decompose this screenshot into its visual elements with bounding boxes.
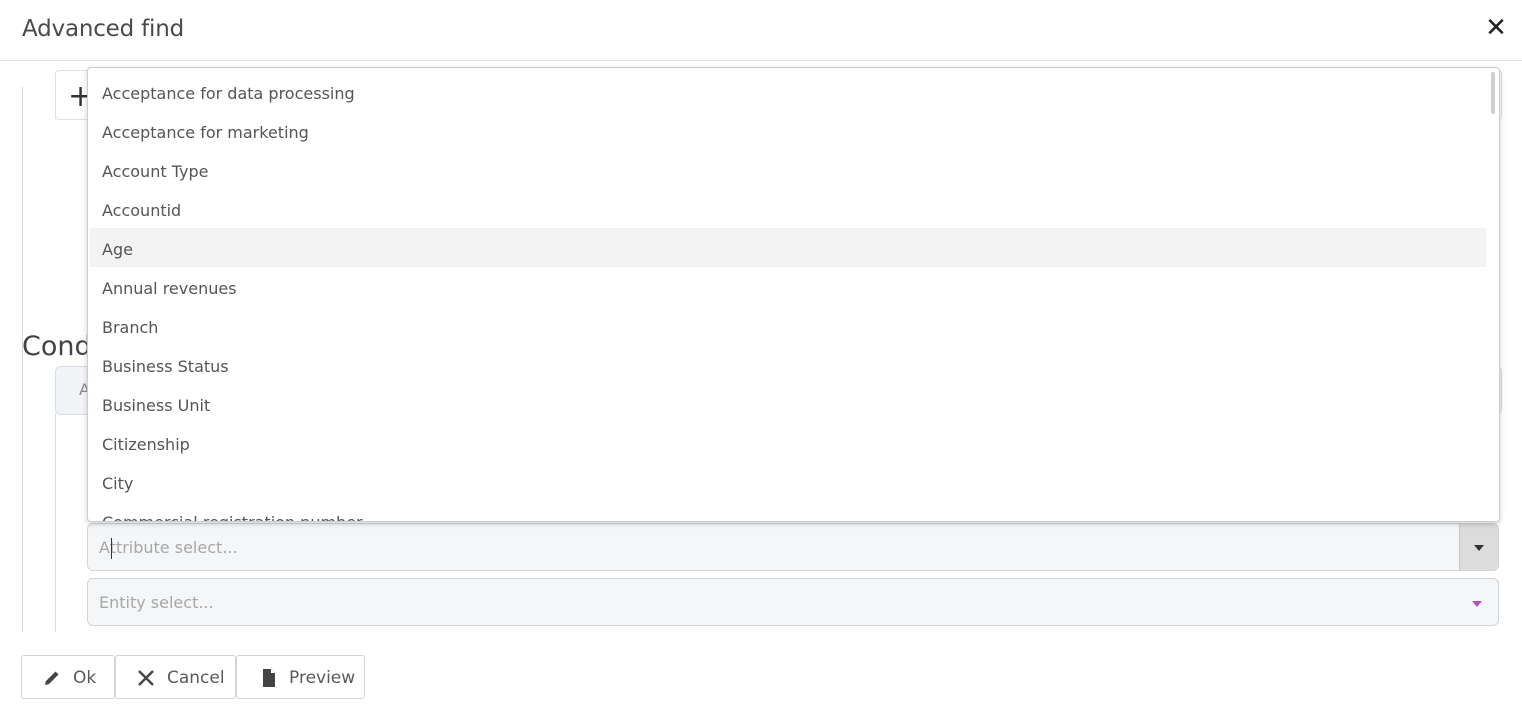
chevron-down-icon <box>1474 545 1484 551</box>
entity-select[interactable]: Entity select... <box>87 578 1499 626</box>
dropdown-option[interactable]: Commercial registration number <box>90 501 1486 521</box>
dropdown-option[interactable]: Citizenship <box>90 423 1486 462</box>
document-icon <box>263 669 275 687</box>
dialog-title: Advanced find <box>22 16 184 42</box>
text-cursor <box>111 538 112 559</box>
dropdown-option-highlighted[interactable]: Age <box>90 228 1486 267</box>
dropdown-option[interactable]: Acceptance for marketing <box>90 111 1486 150</box>
attribute-options-dropdown[interactable]: Acceptance for data processing Acceptanc… <box>87 67 1500 522</box>
dropdown-option[interactable]: Accountid <box>90 189 1486 228</box>
chevron-down-icon[interactable] <box>1472 601 1482 607</box>
ok-button[interactable]: Ok <box>21 655 115 699</box>
cancel-button[interactable]: Cancel <box>115 655 236 699</box>
ok-button-label: Ok <box>73 668 97 688</box>
attribute-select[interactable]: Attribute select... <box>87 523 1499 571</box>
dropdown-scrollbar[interactable] <box>1491 72 1495 518</box>
dropdown-option[interactable]: Acceptance for data processing <box>90 72 1486 111</box>
preview-button-label: Preview <box>289 668 356 688</box>
close-icon <box>138 670 154 686</box>
preview-button[interactable]: Preview <box>236 655 365 699</box>
dropdown-option[interactable]: City <box>90 462 1486 501</box>
attribute-select-toggle[interactable] <box>1459 524 1498 570</box>
cancel-button-label: Cancel <box>167 668 225 688</box>
dropdown-option[interactable]: Business Unit <box>90 384 1486 423</box>
entity-select-placeholder: Entity select... <box>99 593 214 612</box>
dropdown-option[interactable]: Business Status <box>90 345 1486 384</box>
pencil-icon <box>45 671 59 685</box>
close-icon[interactable]: ✕ <box>1484 14 1508 42</box>
dialog-header: Advanced find ✕ <box>0 0 1522 61</box>
dropdown-option[interactable]: Annual revenues <box>90 267 1486 306</box>
tree-line-inner-2 <box>55 414 56 632</box>
dropdown-option[interactable]: Account Type <box>90 150 1486 189</box>
attribute-select-placeholder: Attribute select... <box>99 538 238 557</box>
dropdown-scrollbar-thumb[interactable] <box>1491 72 1495 114</box>
dropdown-option[interactable]: Branch <box>90 306 1486 345</box>
